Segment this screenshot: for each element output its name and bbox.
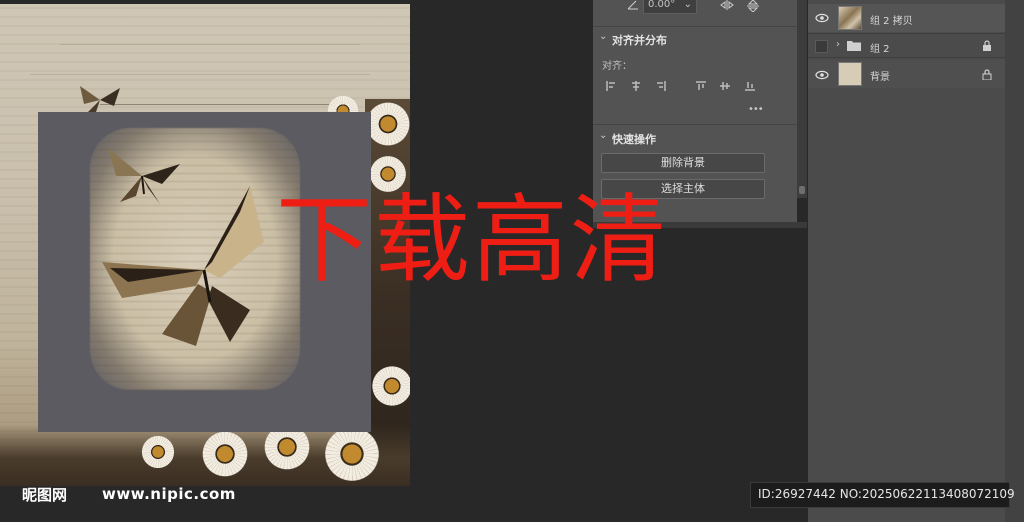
watermark-text: 下载高清	[276, 184, 668, 296]
butterfly-image	[102, 186, 264, 346]
eye-icon[interactable]	[815, 68, 829, 82]
scrollbar-thumb[interactable]	[799, 186, 805, 194]
align-center-horizontal-icon[interactable]	[631, 81, 641, 91]
chevron-down-icon[interactable]: ⌄	[684, 0, 692, 10]
daisy-image	[322, 424, 382, 484]
divider	[593, 124, 797, 125]
script-text-line	[60, 44, 360, 45]
daisy-image	[370, 364, 410, 408]
layer-name: 组 2 拷贝	[870, 16, 913, 27]
daisy-image	[140, 434, 176, 470]
daisy-image	[200, 429, 250, 479]
layer-name: 组 2	[870, 44, 890, 55]
align-section-title: 对齐并分布	[612, 34, 667, 47]
image-id-text: ID:26927442 NO:20250622113408072109	[758, 487, 1015, 501]
angle-value: 0.00°	[648, 0, 676, 10]
chevron-down-icon[interactable]: ⌄	[599, 130, 607, 141]
flip-horizontal-icon[interactable]	[720, 0, 734, 10]
remove-background-label: 删除背景	[661, 156, 705, 169]
folder-icon	[847, 41, 861, 51]
quick-actions-title: 快速操作	[612, 133, 656, 146]
site-url: www.nipic.com	[102, 485, 236, 503]
script-text-line	[100, 104, 330, 105]
chevron-down-icon[interactable]: ⌄	[599, 31, 607, 42]
align-bottom-icon[interactable]	[745, 81, 755, 91]
eye-icon[interactable]	[815, 11, 829, 25]
script-text-line	[30, 74, 370, 75]
lock-icon[interactable]	[982, 69, 992, 80]
align-left-icon[interactable]	[606, 81, 616, 91]
remove-background-button[interactable]: 删除背景	[601, 153, 765, 173]
layers-scroll-area[interactable]	[1005, 0, 1024, 522]
angle-input[interactable]: 0.00° ⌄	[643, 0, 697, 14]
angle-icon	[627, 0, 638, 10]
more-options-button[interactable]: •••	[748, 104, 764, 115]
chevron-right-icon[interactable]: ›	[836, 39, 840, 50]
layer-thumbnail	[838, 6, 862, 30]
lock-icon[interactable]	[982, 40, 992, 51]
visibility-toggle[interactable]	[815, 40, 828, 53]
divider	[593, 26, 797, 27]
divider	[808, 57, 1005, 58]
properties-scrollbar[interactable]	[797, 0, 807, 198]
layer-name: 背景	[870, 72, 890, 83]
align-label: 对齐：	[602, 61, 632, 72]
align-top-icon[interactable]	[696, 81, 706, 91]
align-right-icon[interactable]	[656, 81, 666, 91]
flip-vertical-icon[interactable]	[746, 0, 760, 12]
align-middle-vertical-icon[interactable]	[720, 81, 730, 91]
divider	[808, 33, 1005, 34]
layer-thumbnail	[838, 62, 862, 86]
site-logo-text: 昵图网	[22, 486, 68, 504]
